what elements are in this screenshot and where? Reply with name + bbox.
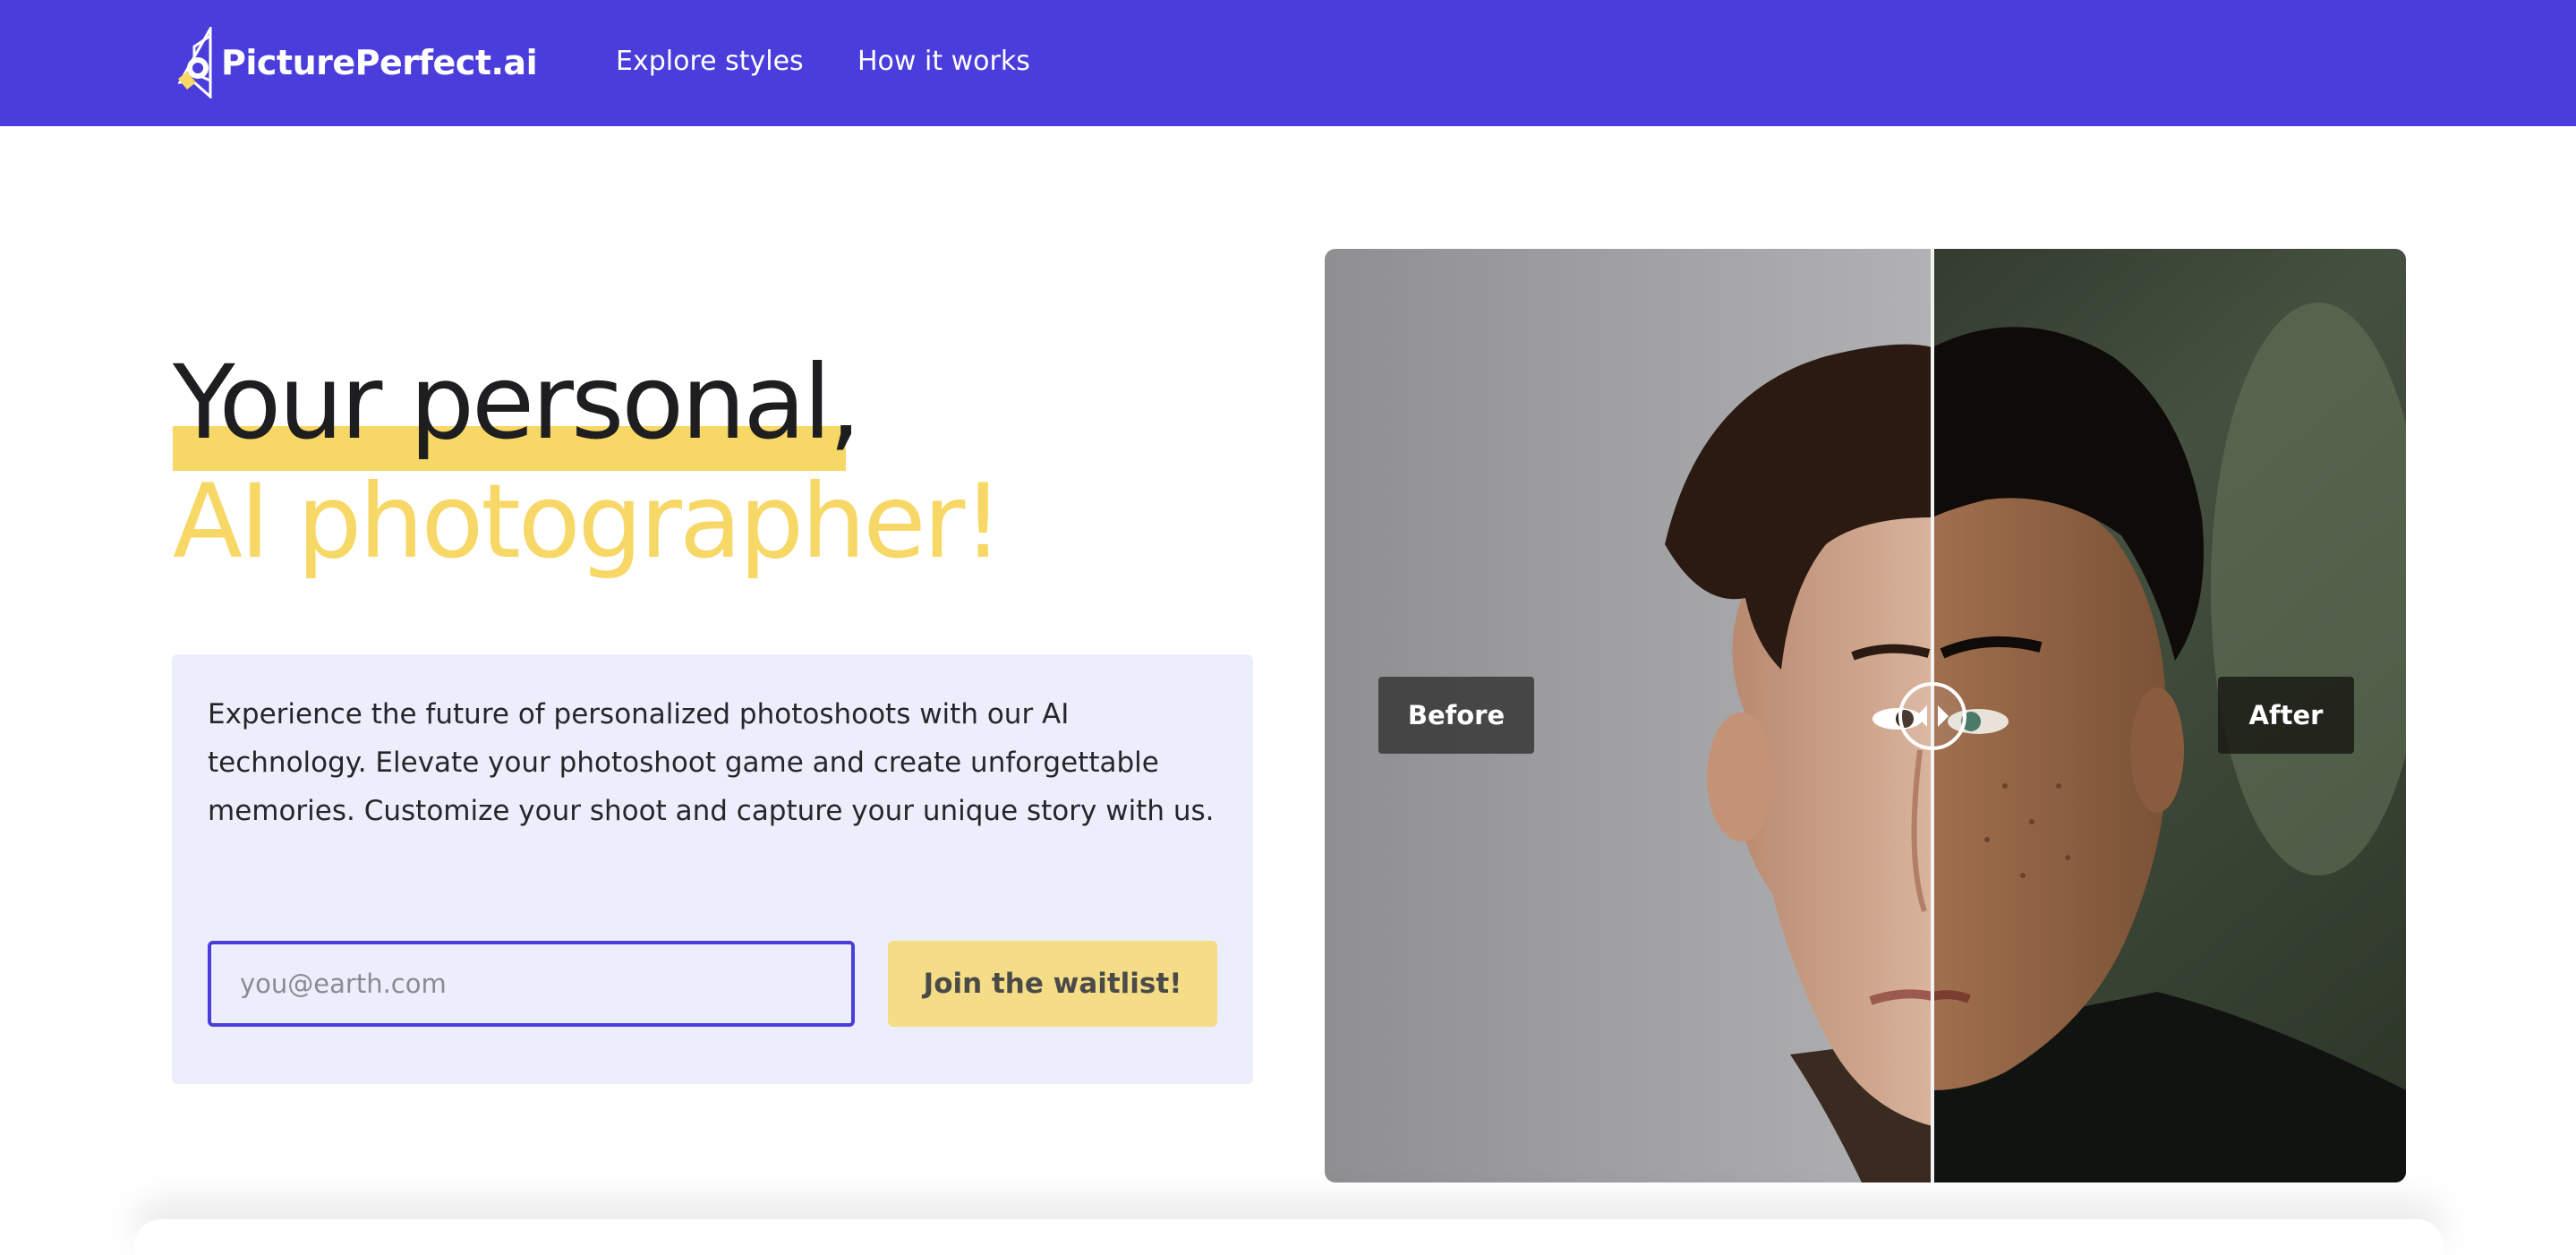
hero-heading-line1: Your personal, <box>173 343 861 462</box>
waitlist-card: Experience the future of personalized ph… <box>172 654 1253 1084</box>
before-after-comparison[interactable]: Before After <box>1325 249 2406 1182</box>
brand-name: PicturePerfect.ai <box>221 43 538 82</box>
top-navbar: PicturePerfect.ai Explore styles How it … <box>0 0 2576 126</box>
camera-flash-logo-icon <box>177 27 212 98</box>
join-waitlist-button[interactable]: Join the waitlist! <box>888 941 1217 1027</box>
hero-heading-line2: AI photographer! <box>173 462 1003 581</box>
email-input[interactable] <box>208 941 855 1027</box>
arrows-left-right-icon <box>1916 705 1949 727</box>
divider-drag-handle[interactable] <box>1898 682 1966 750</box>
next-section-edge <box>134 1219 2444 1255</box>
nav-link-how-it-works[interactable]: How it works <box>857 41 1030 82</box>
after-label: After <box>2218 677 2354 754</box>
hero-description: Experience the future of personalized ph… <box>208 698 1215 827</box>
brand-logo-link[interactable]: PicturePerfect.ai <box>175 27 538 98</box>
nav-link-explore-styles[interactable]: Explore styles <box>616 41 804 82</box>
before-label: Before <box>1378 677 1534 754</box>
